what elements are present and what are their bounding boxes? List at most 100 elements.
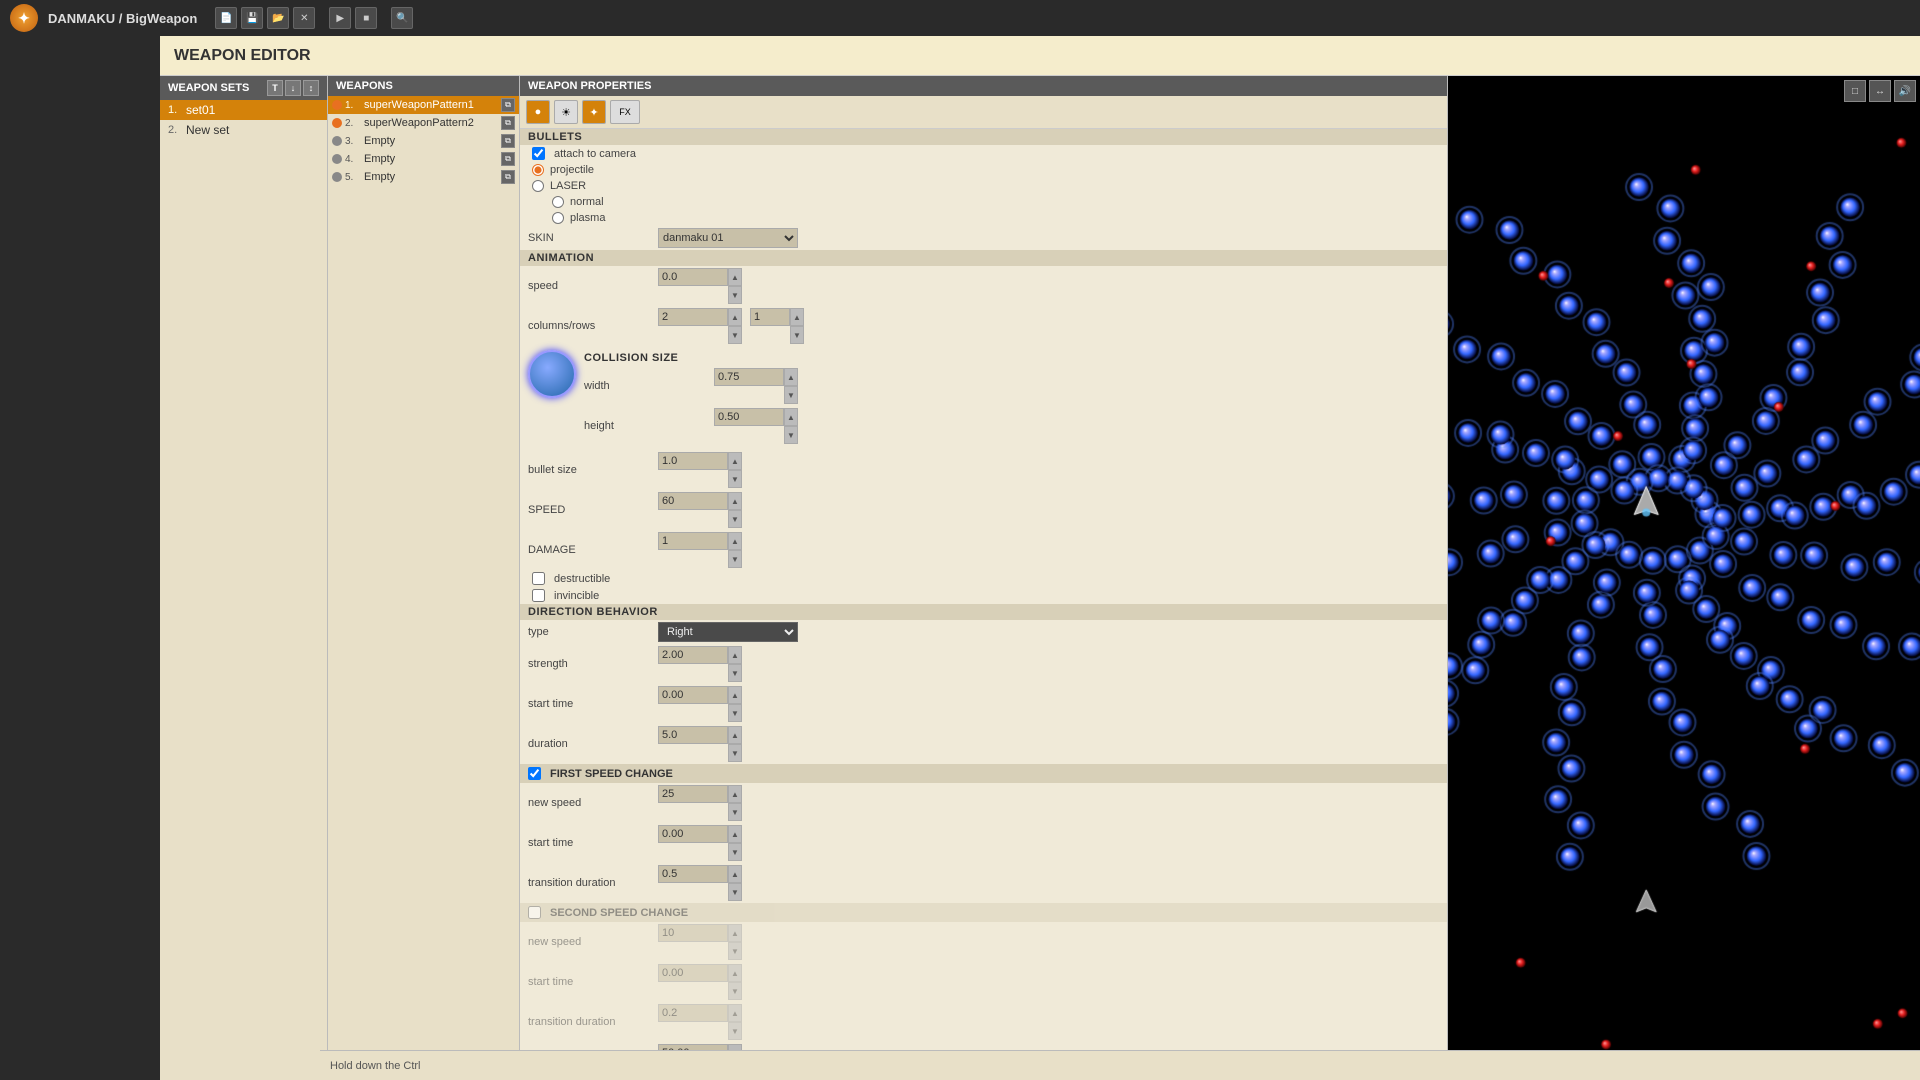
anim-col-down[interactable]: ▼ <box>728 326 742 344</box>
dir-starttime-down[interactable]: ▼ <box>728 704 742 722</box>
anim-speed-label: speed <box>528 280 658 292</box>
skin-select[interactable]: danmaku 01 <box>658 228 798 248</box>
ssc-newspeed-up[interactable]: ▲ <box>728 924 742 942</box>
collision-width-down[interactable]: ▼ <box>784 386 798 404</box>
dir-type-select[interactable]: Right Left Up Down <box>658 622 798 642</box>
bullet-size-input[interactable] <box>658 452 728 470</box>
collision-height-input[interactable] <box>714 408 784 426</box>
ws-add-icon[interactable]: T <box>267 80 283 96</box>
wp-icon-5[interactable]: ⧉ <box>501 170 515 184</box>
prev-ctrl-2[interactable]: ↔ <box>1869 80 1891 102</box>
ssc-transdur-input[interactable] <box>658 1004 728 1022</box>
dir-starttime-label: start time <box>528 698 658 710</box>
ssc-starttime-down[interactable]: ▼ <box>728 982 742 1000</box>
fsc-starttime-input[interactable] <box>658 825 728 843</box>
anim-row-input[interactable] <box>750 308 790 326</box>
dir-strength-input[interactable] <box>658 646 728 664</box>
speed-up[interactable]: ▲ <box>728 492 742 510</box>
tab-fx-btn[interactable]: FX <box>610 100 640 124</box>
collision-height-down[interactable]: ▼ <box>784 426 798 444</box>
wp-item-4[interactable]: 4. Empty ⧉ <box>328 150 519 168</box>
tab-sun-icon[interactable]: ☀ <box>554 100 578 124</box>
wp-icon-4[interactable]: ⧉ <box>501 152 515 166</box>
wp-item-5[interactable]: 5. Empty ⧉ <box>328 168 519 186</box>
damage-input[interactable] <box>658 532 728 550</box>
wp-dot-4 <box>332 154 342 164</box>
fsc-newspeed-down[interactable]: ▼ <box>728 803 742 821</box>
second-speed-checkbox[interactable] <box>528 906 541 919</box>
ws-item-2[interactable]: 2. New set <box>160 120 327 140</box>
anim-col-input[interactable] <box>658 308 728 326</box>
tb-play[interactable]: ▶ <box>329 7 351 29</box>
ssc-transdur-down[interactable]: ▼ <box>728 1022 742 1040</box>
attach-camera-checkbox[interactable] <box>532 147 545 160</box>
wp-icon-2[interactable]: ⧉ <box>501 116 515 130</box>
tb-stop[interactable]: ■ <box>355 7 377 29</box>
fsc-transdur-down[interactable]: ▼ <box>728 883 742 901</box>
anim-speed-input[interactable] <box>658 268 728 286</box>
tb-save[interactable]: 💾 <box>241 7 263 29</box>
fsc-newspeed-up[interactable]: ▲ <box>728 785 742 803</box>
fsc-starttime-up[interactable]: ▲ <box>728 825 742 843</box>
ssc-newspeed-input[interactable] <box>658 924 728 942</box>
speed-down[interactable]: ▼ <box>728 510 742 528</box>
tb-new[interactable]: 📄 <box>215 7 237 29</box>
wp-item-1[interactable]: 1. superWeaponPattern1 ⧉ <box>328 96 519 114</box>
projectile-radio[interactable] <box>532 164 544 176</box>
wp-dot-3 <box>332 136 342 146</box>
collision-label: COLLISION SIZE <box>584 350 806 366</box>
anim-col-up[interactable]: ▲ <box>728 308 742 326</box>
anim-speed-up[interactable]: ▲ <box>728 268 742 286</box>
prev-ctrl-1[interactable]: □ <box>1844 80 1866 102</box>
collision-width-up[interactable]: ▲ <box>784 368 798 386</box>
ssc-transdur-row: transition duration ▲ ▼ <box>520 1002 1447 1042</box>
props-toolbar: ● ☀ ✦ FX <box>520 96 1447 129</box>
dir-strength-up[interactable]: ▲ <box>728 646 742 664</box>
prev-ctrl-3[interactable]: 🔊 <box>1894 80 1916 102</box>
ws-remove-icon[interactable]: ↓ <box>285 80 301 96</box>
tab-bullets-icon[interactable]: ● <box>526 100 550 124</box>
dir-duration-down[interactable]: ▼ <box>728 744 742 762</box>
wp-item-2[interactable]: 2. superWeaponPattern2 ⧉ <box>328 114 519 132</box>
bullet-size-up[interactable]: ▲ <box>728 452 742 470</box>
first-speed-checkbox[interactable] <box>528 767 541 780</box>
wp-item-3[interactable]: 3. Empty ⧉ <box>328 132 519 150</box>
anim-speed-down[interactable]: ▼ <box>728 286 742 304</box>
dir-duration-input[interactable] <box>658 726 728 744</box>
ws-item-1[interactable]: 1. set01 <box>160 100 327 120</box>
bullet-size-down[interactable]: ▼ <box>728 470 742 488</box>
speed-input[interactable] <box>658 492 728 510</box>
dir-starttime-input[interactable] <box>658 686 728 704</box>
wp-icon-3[interactable]: ⧉ <box>501 134 515 148</box>
plasma-row: plasma <box>520 210 1447 226</box>
ws-sort-icon[interactable]: ↕ <box>303 80 319 96</box>
ssc-transdur-up[interactable]: ▲ <box>728 1004 742 1022</box>
ssc-starttime-up[interactable]: ▲ <box>728 964 742 982</box>
anim-row-down[interactable]: ▼ <box>790 326 804 344</box>
laser-radio[interactable] <box>532 180 544 192</box>
speed-label: SPEED <box>528 504 658 516</box>
fsc-transdur-input[interactable] <box>658 865 728 883</box>
plasma-radio[interactable] <box>552 212 564 224</box>
dir-starttime-up[interactable]: ▲ <box>728 686 742 704</box>
destructible-checkbox[interactable] <box>532 572 545 585</box>
ssc-starttime-input[interactable] <box>658 964 728 982</box>
damage-down[interactable]: ▼ <box>728 550 742 568</box>
dir-duration-up[interactable]: ▲ <box>728 726 742 744</box>
tab-light-icon[interactable]: ✦ <box>582 100 606 124</box>
normal-radio[interactable] <box>552 196 564 208</box>
collision-width-input[interactable] <box>714 368 784 386</box>
invincible-checkbox[interactable] <box>532 589 545 602</box>
damage-up[interactable]: ▲ <box>728 532 742 550</box>
wp-icon-1[interactable]: ⧉ <box>501 98 515 112</box>
tb-close[interactable]: ✕ <box>293 7 315 29</box>
anim-row-up[interactable]: ▲ <box>790 308 804 326</box>
fsc-newspeed-input[interactable] <box>658 785 728 803</box>
dir-strength-down[interactable]: ▼ <box>728 664 742 682</box>
tb-zoom[interactable]: 🔍 <box>391 7 413 29</box>
collision-height-up[interactable]: ▲ <box>784 408 798 426</box>
fsc-transdur-up[interactable]: ▲ <box>728 865 742 883</box>
tb-open[interactable]: 📂 <box>267 7 289 29</box>
ssc-newspeed-down[interactable]: ▼ <box>728 942 742 960</box>
fsc-starttime-down[interactable]: ▼ <box>728 843 742 861</box>
